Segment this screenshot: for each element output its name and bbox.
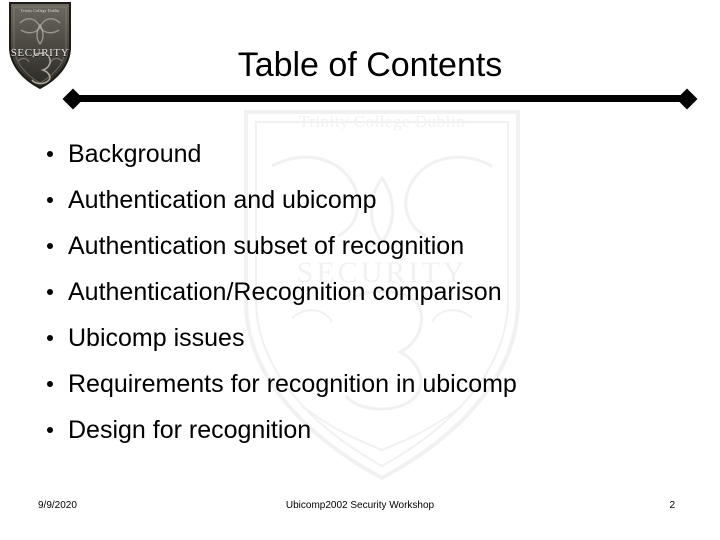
slide-title: Table of Contents — [237, 46, 503, 84]
logo-top-text: Trinity College Dublin — [20, 8, 60, 13]
bullet-dot-icon — [47, 335, 53, 341]
list-item-label: Requirements for recognition in ubicomp — [68, 370, 517, 398]
bullet-dot-icon — [47, 197, 53, 203]
list-item-label: Authentication and ubicomp — [68, 186, 377, 214]
list-item: Requirements for recognition in ubicomp — [38, 361, 698, 407]
list-item-label: Background — [68, 140, 202, 168]
list-item: Authentication subset of recognition — [38, 223, 698, 269]
list-item-label: Ubicomp issues — [68, 324, 245, 352]
list-item: Background — [38, 131, 698, 177]
bullet-dot-icon — [47, 381, 53, 387]
list-item-label: Authentication/Recognition comparison — [68, 278, 502, 306]
bullet-dot-icon — [47, 243, 53, 249]
title-divider — [62, 88, 698, 110]
logo-band-text: SECURITY — [10, 47, 70, 59]
bullet-dot-icon — [47, 289, 53, 295]
watermark-top-text: Trinity College Dublin — [298, 112, 466, 131]
bullet-dot-icon — [47, 151, 53, 157]
table-of-contents-list: Background Authentication and ubicomp Au… — [38, 131, 698, 453]
tcd-security-crest-logo: Trinity College Dublin SECURITY — [7, 1, 73, 90]
presentation-slide: Trinity College Dublin SECURITY Trinity … — [0, 0, 720, 540]
slide-footer: 9/9/2020 Ubicomp2002 Security Workshop 2 — [0, 496, 720, 516]
list-item-label: Design for recognition — [68, 416, 312, 444]
list-item: Authentication/Recognition comparison — [38, 269, 698, 315]
bullet-dot-icon — [47, 427, 53, 433]
list-item: Authentication and ubicomp — [38, 177, 698, 223]
list-item: Design for recognition — [38, 407, 698, 453]
list-item: Ubicomp issues — [38, 315, 698, 361]
footer-conference-name: Ubicomp2002 Security Workshop — [285, 500, 435, 511]
footer-page-number: 2 — [669, 500, 675, 511]
list-item-label: Authentication subset of recognition — [68, 232, 465, 260]
